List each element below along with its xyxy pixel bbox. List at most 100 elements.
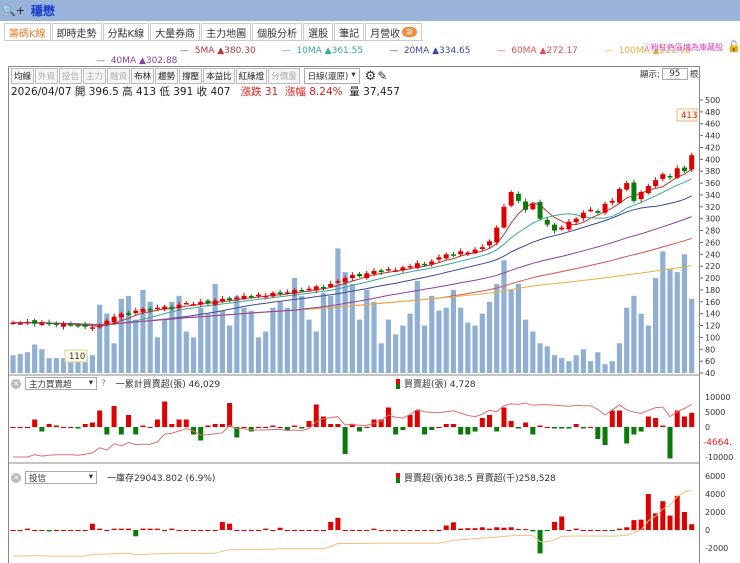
candle-body bbox=[68, 324, 74, 326]
y-tick-label: 100 bbox=[705, 333, 720, 342]
volume-bar bbox=[479, 313, 485, 373]
main-force-bar bbox=[61, 427, 67, 428]
trust-bar bbox=[595, 530, 601, 531]
close-icon[interactable]: ✕ bbox=[11, 472, 21, 483]
candle-body bbox=[342, 278, 348, 283]
trust-bar bbox=[89, 523, 95, 530]
trust-bar bbox=[277, 527, 283, 530]
trust-bar bbox=[472, 528, 478, 530]
main-force-bar bbox=[162, 401, 168, 427]
trust-bar bbox=[530, 530, 536, 532]
trust-bar bbox=[292, 530, 298, 531]
panel3-indicator-select[interactable]: 投信 ▾ bbox=[25, 471, 97, 484]
candle-body bbox=[118, 313, 124, 318]
volume-bar bbox=[205, 313, 211, 373]
trust-bar bbox=[212, 530, 218, 531]
candle-body bbox=[227, 298, 233, 301]
main-force-bar bbox=[616, 410, 622, 427]
main-force-bar bbox=[609, 410, 615, 427]
main-force-bar bbox=[46, 424, 52, 427]
candle-body bbox=[162, 306, 168, 310]
y-tick-label: 420 bbox=[705, 143, 720, 152]
main-force-bar bbox=[75, 427, 81, 429]
volume-bar bbox=[566, 361, 572, 373]
main-force-bar bbox=[154, 419, 160, 427]
candle-body bbox=[111, 316, 117, 323]
volume-bar bbox=[580, 349, 586, 373]
candle-body bbox=[17, 323, 23, 325]
trust-bar bbox=[198, 530, 204, 531]
main-force-bar bbox=[400, 427, 406, 430]
trust-bar bbox=[559, 516, 565, 530]
volume-bar bbox=[400, 325, 406, 373]
candle-body bbox=[595, 210, 601, 213]
candle-body bbox=[479, 247, 485, 249]
candle-body bbox=[624, 183, 630, 190]
main-force-bar bbox=[588, 427, 594, 428]
panel2-indicator: 主力買賣超 bbox=[29, 380, 72, 390]
close-icon[interactable]: ✕ bbox=[11, 378, 21, 389]
candle-body bbox=[609, 200, 615, 203]
candle-body bbox=[616, 189, 622, 203]
candle-body bbox=[89, 327, 95, 329]
volume-bar bbox=[227, 325, 233, 373]
trust-bar bbox=[364, 530, 370, 531]
volume-bar bbox=[356, 319, 363, 373]
trust-bar bbox=[241, 530, 247, 531]
y-tick-label: 60 bbox=[705, 357, 715, 366]
candle-body bbox=[667, 175, 673, 178]
trust-bar bbox=[32, 530, 38, 531]
panel3-inventory-label: 一庫存29043.802 (6.9%) bbox=[107, 474, 216, 484]
main-force-bar bbox=[32, 419, 38, 427]
volume-bar bbox=[631, 295, 637, 373]
y-tick-label: 0 bbox=[705, 423, 710, 432]
trust-bar bbox=[53, 530, 59, 531]
candle-body bbox=[248, 295, 254, 298]
trust-bar bbox=[515, 529, 521, 531]
candle-body bbox=[313, 286, 319, 291]
trust-bar bbox=[61, 530, 67, 531]
volume-bar bbox=[140, 289, 146, 373]
y-tick-label: 500 bbox=[705, 96, 720, 105]
volume-bar bbox=[89, 355, 96, 373]
volume-bar bbox=[602, 364, 608, 373]
candle-body bbox=[393, 270, 399, 272]
volume-bar bbox=[24, 352, 31, 373]
volume-bar bbox=[609, 361, 615, 373]
y-tick-label: 160 bbox=[705, 298, 720, 307]
volume-bar bbox=[638, 313, 644, 373]
main-force-bar bbox=[537, 425, 543, 427]
y-tick-label: 380 bbox=[705, 167, 720, 176]
panel3-bar-legend: 買賣超(張)638.5 買賣超(千)258,528 bbox=[396, 471, 556, 484]
volume-bar bbox=[10, 355, 16, 373]
volume-bar bbox=[118, 298, 124, 373]
help-icon[interactable]: ? bbox=[101, 379, 106, 389]
volume-bar bbox=[154, 337, 160, 373]
candle-body bbox=[544, 219, 550, 225]
trust-bar bbox=[234, 530, 240, 531]
trust-bar bbox=[429, 530, 435, 531]
panel2-indicator-select[interactable]: 主力買賣超 ▾ bbox=[25, 377, 97, 390]
candle-body bbox=[371, 270, 377, 274]
volume-bar bbox=[624, 307, 630, 373]
candle-body bbox=[501, 206, 507, 228]
main-force-bar bbox=[97, 410, 103, 427]
candle-body bbox=[335, 281, 341, 283]
candle-body bbox=[689, 155, 695, 170]
main-force-bar bbox=[501, 407, 507, 427]
trust-bar bbox=[609, 530, 615, 531]
trust-bar bbox=[645, 494, 651, 530]
main-force-bar bbox=[219, 424, 225, 427]
main-force-bar bbox=[277, 427, 283, 428]
main-force-bar bbox=[104, 427, 110, 435]
main-force-bar bbox=[660, 425, 666, 427]
candle-body bbox=[24, 321, 30, 324]
main-force-bar bbox=[227, 403, 233, 427]
trust-bar bbox=[169, 528, 175, 530]
trust-bar bbox=[299, 530, 305, 531]
volume-bar bbox=[472, 325, 478, 373]
trust-bar bbox=[414, 530, 420, 531]
trust-bar bbox=[349, 530, 355, 531]
volume-bar bbox=[515, 283, 521, 373]
main-force-bar bbox=[515, 427, 521, 429]
